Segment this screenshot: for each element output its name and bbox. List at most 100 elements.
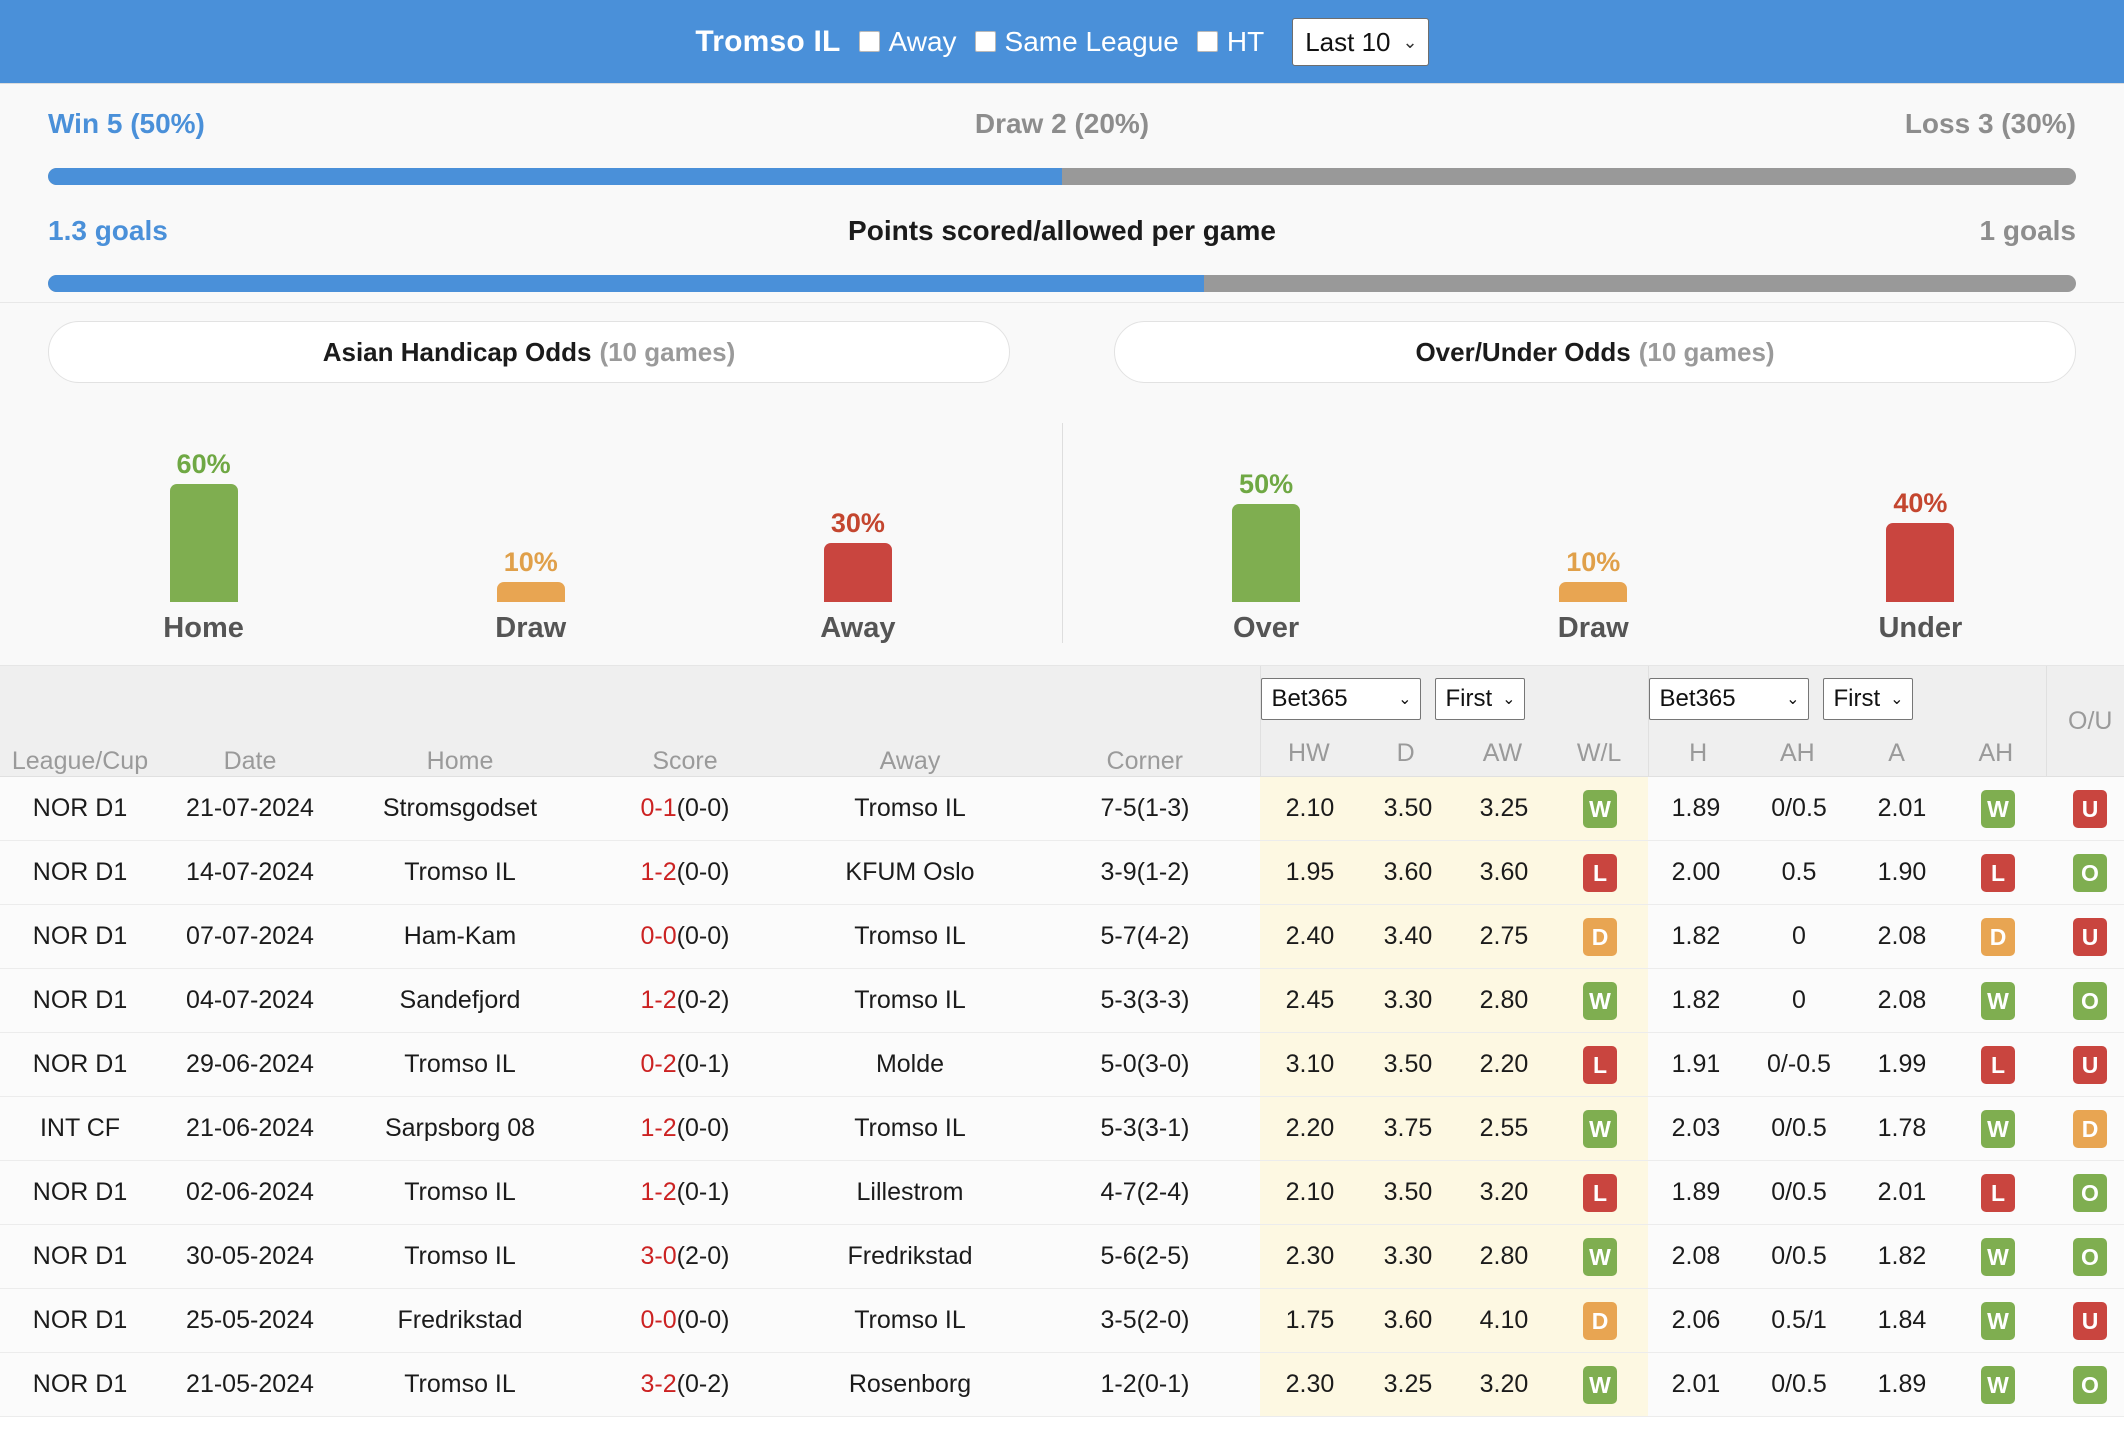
bookmaker-select-2-value: Bet365 xyxy=(1659,685,1736,712)
table-row[interactable]: NOR D1 25-05-2024 Fredrikstad 0-0(0-0) Troms… xyxy=(0,1288,2124,1353)
cell-a: 1.84 xyxy=(1854,1288,1950,1353)
cell-d: 3.30 xyxy=(1360,968,1456,1033)
checkbox-same-league[interactable] xyxy=(974,31,996,52)
cell-ou-badge: O xyxy=(2073,981,2107,1020)
cell-away: Fredrikstad xyxy=(790,1224,1030,1289)
score-fulltime: 1-2 xyxy=(640,1114,677,1142)
cell-wl-badge: W xyxy=(1583,1237,1617,1276)
cell-away[interactable]: Tromso IL xyxy=(790,968,1030,1033)
cell-home[interactable]: Tromso IL xyxy=(340,1224,580,1289)
table-row[interactable]: NOR D1 21-07-2024 Stromsgodset 0-1(0-0) Trom… xyxy=(0,776,2124,841)
cell-ah-result-badge: W xyxy=(1981,789,2015,828)
cell-aw: 3.20 xyxy=(1456,1352,1552,1417)
filter-same-league[interactable]: Same League xyxy=(974,26,1179,58)
bookmaker-select-1[interactable]: Bet365 ⌄ xyxy=(1260,678,1421,720)
chart-bar-home-value: 60% xyxy=(176,449,231,479)
table-row[interactable]: NOR D1 29-06-2024 Tromso IL 0-2(0-1) Molde 5-… xyxy=(0,1032,2124,1097)
cell-away[interactable]: Tromso IL xyxy=(790,776,1030,841)
table-row[interactable]: NOR D1 02-06-2024 Tromso IL 1-2(0-1) Lillest… xyxy=(0,1160,2124,1225)
period-select-1-value: First xyxy=(1445,685,1493,712)
cell-h: 1.89 xyxy=(1648,776,1744,841)
cell-home[interactable]: Tromso IL xyxy=(340,1160,580,1225)
filter-away[interactable]: Away xyxy=(858,25,957,58)
period-select-2[interactable]: First ⌄ xyxy=(1822,678,1913,720)
filter-ht[interactable]: HT xyxy=(1196,26,1264,58)
col-date[interactable]: Date xyxy=(160,666,340,777)
cell-wl-badge: L xyxy=(1583,853,1617,892)
cell-ah-line: 0 xyxy=(1744,968,1854,1033)
chart-bar-under-rect xyxy=(1886,523,1955,602)
cell-d: 3.60 xyxy=(1360,1288,1456,1353)
cell-home: Stromsgodset xyxy=(340,776,580,841)
cell-corner: 5-6(2-5) xyxy=(1030,1224,1260,1289)
score-fulltime: 1-2 xyxy=(640,986,677,1014)
checkbox-ht[interactable] xyxy=(1196,31,1218,52)
cell-league: NOR D1 xyxy=(0,968,160,1033)
cell-away: Molde xyxy=(790,1032,1030,1097)
col-home[interactable]: Home xyxy=(340,666,580,777)
cell-ou-badge: U xyxy=(2073,789,2107,828)
col-corner[interactable]: Corner xyxy=(1030,666,1260,777)
chevron-down-icon: ⌄ xyxy=(1786,691,1800,708)
cell-away: Lillestrom xyxy=(790,1160,1030,1225)
subcol-ah1: AH xyxy=(1780,739,1815,767)
cell-wl: D xyxy=(1552,1288,1648,1353)
col-away[interactable]: Away xyxy=(790,666,1030,777)
cell-ah-line: 0/0.5 xyxy=(1744,1224,1854,1289)
bookmaker-select-2[interactable]: Bet365 ⌄ xyxy=(1648,678,1809,720)
cell-score: 1-2(0-2) xyxy=(580,968,790,1033)
table-row[interactable]: NOR D1 30-05-2024 Tromso IL 3-0(2-0) Fredrik… xyxy=(0,1224,2124,1289)
cell-ah-line: 0/-0.5 xyxy=(1744,1032,1854,1097)
cell-home[interactable]: Tromso IL xyxy=(340,1352,580,1417)
cell-a: 1.78 xyxy=(1854,1096,1950,1161)
cell-hw: 1.95 xyxy=(1260,840,1360,905)
cell-league: NOR D1 xyxy=(0,1160,160,1225)
cell-away[interactable]: Tromso IL xyxy=(790,904,1030,969)
cell-hw: 2.20 xyxy=(1260,1096,1360,1161)
team-title: Tromso IL xyxy=(695,24,841,58)
draw-label: Draw 2 (20%) xyxy=(974,108,1150,139)
table-row[interactable]: NOR D1 07-07-2024 Ham-Kam 0-0(0-0) Tromso IL… xyxy=(0,904,2124,969)
cell-a: 1.89 xyxy=(1854,1352,1950,1417)
col-league[interactable]: League/Cup xyxy=(0,666,160,777)
cell-corner: 4-7(2-4) xyxy=(1030,1160,1260,1225)
filter-away-label: Away xyxy=(888,25,957,57)
subcol-d: D xyxy=(1396,739,1415,767)
table-row[interactable]: NOR D1 14-07-2024 Tromso IL 1-2(0-0) KFUM Os… xyxy=(0,840,2124,905)
table-row[interactable]: NOR D1 21-05-2024 Tromso IL 3-2(0-2) Rosenbo… xyxy=(0,1352,2124,1417)
cell-date: 29-06-2024 xyxy=(160,1032,340,1097)
cell-ah-result-badge: D xyxy=(1981,917,2015,956)
cell-home[interactable]: Tromso IL xyxy=(340,840,580,905)
cell-score: 0-2(0-1) xyxy=(580,1032,790,1097)
odds-tabs: Asian Handicap Odds (10 games) Over/Unde… xyxy=(0,303,2124,389)
cell-wl: W xyxy=(1552,1352,1648,1417)
checkbox-away[interactable] xyxy=(858,31,880,52)
range-select[interactable]: Last 10 ⌄ xyxy=(1292,17,1429,66)
score-halftime: (0-0) xyxy=(676,1114,730,1142)
period-select-1[interactable]: First ⌄ xyxy=(1434,678,1525,720)
cell-league: NOR D1 xyxy=(0,776,160,841)
cell-wl-badge: D xyxy=(1583,1301,1617,1340)
tab-asian-handicap-odds[interactable]: Asian Handicap Odds (10 games) xyxy=(48,321,1010,383)
col-score[interactable]: Score xyxy=(580,666,790,777)
cell-score: 0-0(0-0) xyxy=(580,904,790,969)
cell-home[interactable]: Tromso IL xyxy=(340,1032,580,1097)
chart-bar-over-rect xyxy=(1232,504,1301,602)
goals-bar-track xyxy=(48,275,2076,292)
cell-home: Fredrikstad xyxy=(340,1288,580,1353)
tab-over-under-games: (10 games) xyxy=(1638,336,1775,367)
cell-h: 2.03 xyxy=(1648,1096,1744,1161)
table-row[interactable]: INT CF 21-06-2024 Sarpsborg 08 1-2(0-0) Trom… xyxy=(0,1096,2124,1161)
cell-ah-line: 0/0.5 xyxy=(1744,776,1854,841)
cell-date: 21-07-2024 xyxy=(160,776,340,841)
cell-away[interactable]: Tromso IL xyxy=(790,1096,1030,1161)
subcol-ah2: AH xyxy=(1978,739,2014,767)
cell-ou: O xyxy=(2046,1160,2124,1225)
cell-away[interactable]: Tromso IL xyxy=(790,1288,1030,1353)
tab-over-under-odds[interactable]: Over/Under Odds (10 games) xyxy=(1114,321,2076,383)
cell-date: 04-07-2024 xyxy=(160,968,340,1033)
table-row[interactable]: NOR D1 04-07-2024 Sandefjord 1-2(0-2) Tromso… xyxy=(0,968,2124,1033)
cell-ou-badge: U xyxy=(2073,1045,2107,1084)
cell-home: Ham-Kam xyxy=(340,904,580,969)
cell-d: 3.40 xyxy=(1360,904,1456,969)
